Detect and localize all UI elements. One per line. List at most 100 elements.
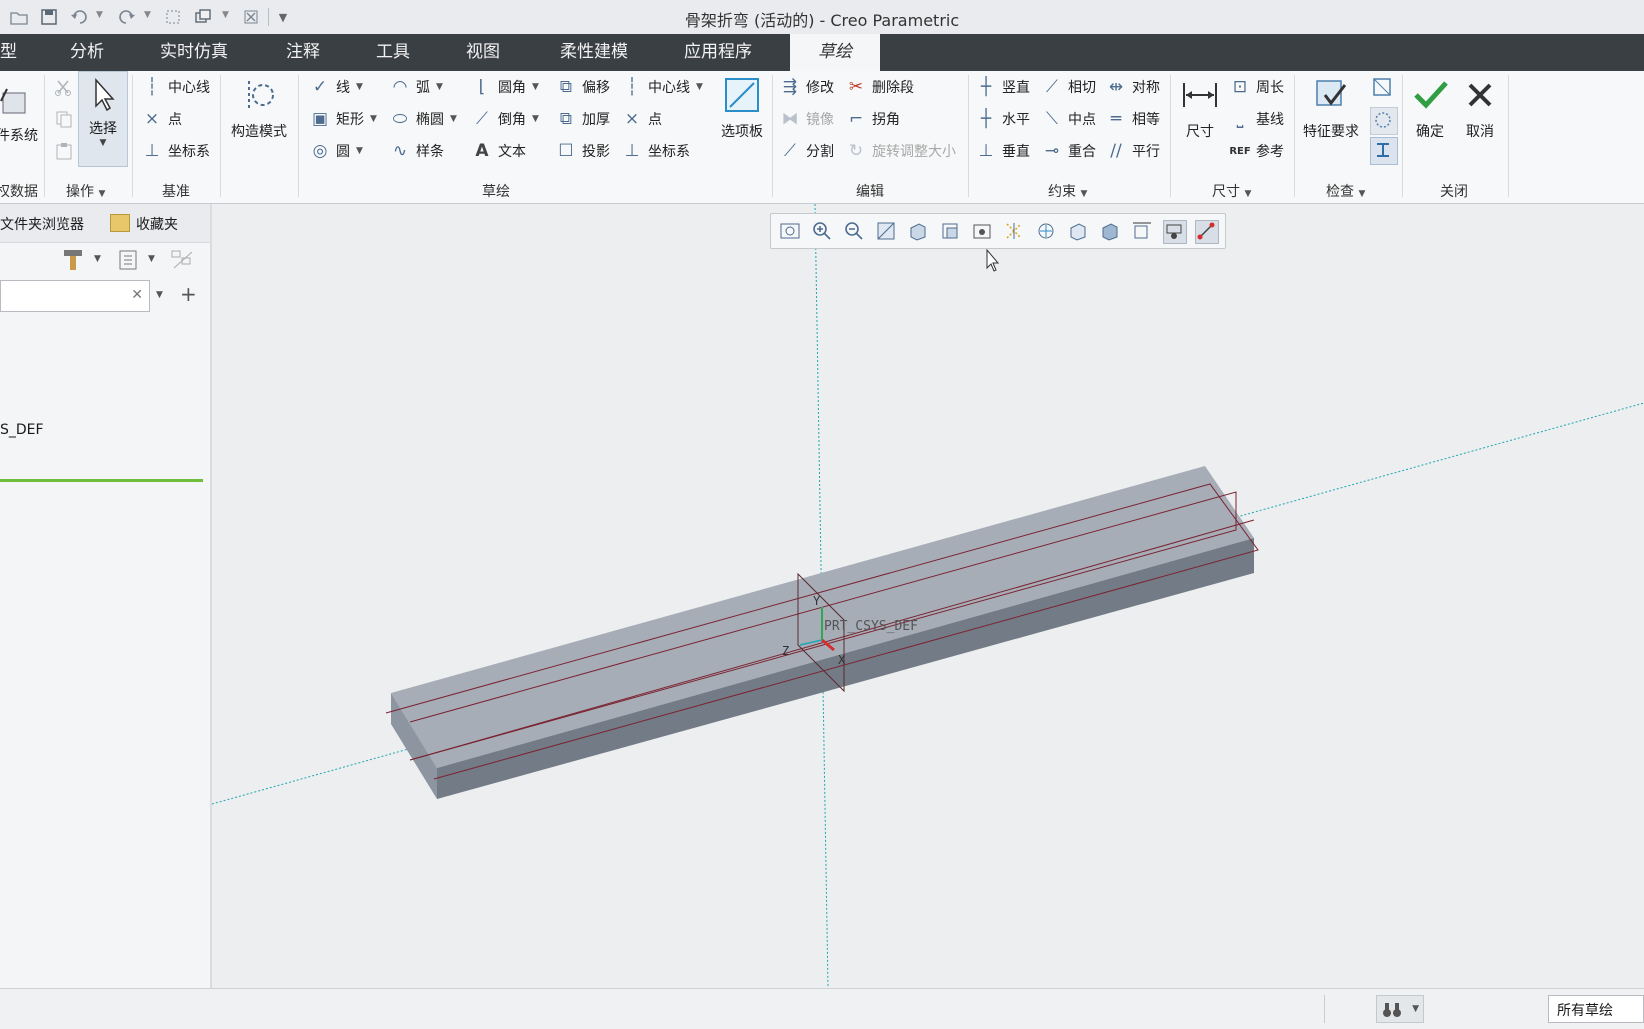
circle-button[interactable]: ◎ 圆 ▼ [310,141,363,161]
saved-orientations-icon[interactable] [939,220,961,242]
midpoint-constraint-button[interactable]: ⟍ 中点 [1042,109,1096,129]
symmetric-constraint-button[interactable]: ⇹ 对称 [1106,77,1160,97]
rotate-resize-icon: ↻ [848,141,864,161]
disp-constraints-icon[interactable] [1163,220,1187,244]
zoom-out-icon[interactable] [843,220,865,242]
sketch-view-icon[interactable] [1099,220,1121,242]
group-label-get-data: 权数据 [0,184,38,200]
csys-button[interactable]: 件系统 [0,79,42,145]
datum-centerline-button[interactable]: ┆ 中心线 [142,77,210,97]
corner-button[interactable]: ⌐ 拐角 [846,109,900,129]
group-label-constrain[interactable]: 约束 ▼ [1048,181,1087,201]
palette-button[interactable]: 选项板 [712,75,772,141]
vertical-constraint-button[interactable]: ┼ 竖直 [976,77,1030,97]
spin-center-icon[interactable] [1035,220,1057,242]
line-button[interactable]: ✓ 线 ▼ [310,77,363,97]
mirror-button[interactable]: ⧓ 镜像 [780,109,835,129]
tab-applications[interactable]: 应用程序 [680,34,756,71]
tangent-constraint-button[interactable]: ⟋ 相切 [1042,77,1096,97]
dimension-button[interactable]: 尺寸 [1176,75,1224,141]
tab-annotate[interactable]: 注释 [282,34,324,71]
disp-vertices-icon[interactable] [1195,220,1219,244]
annotation-display-icon[interactable] [1067,220,1089,242]
chamfer-button[interactable]: ⟋ 倒角 ▼ [472,109,539,129]
offset-button[interactable]: ⧉ 偏移 [556,77,610,97]
reference-button[interactable]: REF 参考 [1229,141,1284,161]
tab-favorites[interactable]: 收藏夹 [136,214,178,234]
rotate-resize-button[interactable]: ↻ 旋转调整大小 [846,141,956,161]
ellipse-button[interactable]: ⬭ 椭圆 ▼ [390,109,457,129]
tab-flexible-modeling[interactable]: 柔性建模 [556,34,632,71]
feature-requirements-button[interactable]: 特征要求 [1298,75,1364,141]
perimeter-button[interactable]: ⊡ 周长 [1230,77,1284,97]
shade-closed-loops-icon[interactable] [1370,107,1398,135]
sketch-csys-button[interactable]: ⊥ 坐标系 [622,141,690,161]
selection-filter-dropdown[interactable]: 所有草绘 [1548,995,1644,1023]
modify-button[interactable]: ⇶ 修改 [780,77,834,97]
datum-csys-button[interactable]: ⊥ 坐标系 [142,141,210,161]
tab-analysis[interactable]: 分析 [66,34,108,71]
add-icon[interactable]: + [180,282,197,306]
copy-icon[interactable] [54,109,74,133]
text-button[interactable]: A 文本 [472,141,526,161]
view-manager-icon[interactable] [971,220,993,242]
repaint-icon[interactable] [875,220,897,242]
rectangle-button[interactable]: ▣ 矩形 ▼ [310,109,377,129]
spline-button[interactable]: ∿ 样条 [390,141,444,161]
ok-button[interactable]: 确定 [1406,75,1454,141]
baseline-label: 基线 [1256,112,1284,128]
show-dropdown-icon[interactable]: ▼ [148,254,155,264]
group-label-inspect[interactable]: 检查 ▼ [1326,181,1365,201]
overlapping-geometry-icon[interactable] [1370,75,1396,101]
show-icon[interactable] [118,248,140,276]
graphics-window[interactable]: Y Z X PRT_CSYS_DEF [212,204,1644,988]
thicken-button[interactable]: ⧉ 加厚 [556,109,610,129]
perpendicular-label: 垂直 [1002,144,1030,160]
clear-search-icon[interactable]: ✕ [131,287,143,303]
display-style-icon[interactable] [907,220,929,242]
search-input[interactable]: ✕ [0,280,150,312]
tab-folder-browser[interactable]: 文件夹浏览器 [0,214,84,234]
tab-sketch[interactable]: 草绘 [790,34,880,71]
datum-display-filters-icon[interactable] [1003,220,1025,242]
select-button[interactable]: 选择 ▼ [78,71,128,167]
sketch-point-button[interactable]: × 点 [622,109,662,129]
arc-button[interactable]: ◠ 弧 ▼ [390,77,443,97]
horizontal-constraint-button[interactable]: ┼ 水平 [976,109,1030,129]
perpendicular-constraint-button[interactable]: ⊥ 垂直 [976,141,1030,161]
disp-dims-icon[interactable] [1131,220,1153,242]
fillet-button[interactable]: ⌊ 圆角 ▼ [472,77,539,97]
zoom-in-icon[interactable] [811,220,833,242]
highlight-open-ends-icon[interactable] [1370,137,1398,165]
coincident-constraint-button[interactable]: ⊸ 重合 [1042,141,1096,161]
insert-indicator[interactable] [0,479,203,482]
horizontal-label: 水平 [1002,112,1030,128]
group-label-dimension[interactable]: 尺寸 ▼ [1212,181,1251,201]
construction-mode-button[interactable]: 构造模式 [226,75,292,141]
corner-label: 拐角 [872,112,900,128]
model-tree-item[interactable]: S_DEF [0,422,44,438]
settings-tools-icon[interactable] [62,248,88,276]
search-dropdown-icon[interactable]: ▼ [156,290,163,300]
datum-point-button[interactable]: × 点 [142,109,182,129]
settings-dropdown-icon[interactable]: ▼ [94,254,101,264]
paste-icon[interactable] [54,141,74,165]
sketch-centerline-button[interactable]: ┆ 中心线 ▼ [622,77,703,97]
equal-constraint-button[interactable]: ═ 相等 [1106,109,1160,129]
cancel-button[interactable]: 取消 [1456,75,1504,141]
refit-icon[interactable] [779,220,801,242]
project-button[interactable]: ☐ 投影 [556,141,610,161]
find-button[interactable]: ▼ [1376,995,1424,1023]
parallel-constraint-button[interactable]: ∕∕ 平行 [1106,141,1160,161]
tab-live-simulation[interactable]: 实时仿真 [156,34,232,71]
cut-icon[interactable] [54,77,74,101]
delete-segment-button[interactable]: ✂ 删除段 [846,77,914,97]
model-canvas[interactable]: Y Z X PRT_CSYS_DEF [212,204,1644,988]
tab-view[interactable]: 视图 [462,34,504,71]
baseline-button[interactable]: ⎵ 基线 [1230,109,1284,129]
tab-tools[interactable]: 工具 [372,34,414,71]
group-label-operations[interactable]: 操作 ▼ [66,181,105,201]
divide-button[interactable]: ⟋ 分割 [780,141,834,161]
tab-model[interactable]: 型 [0,34,21,71]
tree-filters-icon[interactable] [170,248,196,276]
